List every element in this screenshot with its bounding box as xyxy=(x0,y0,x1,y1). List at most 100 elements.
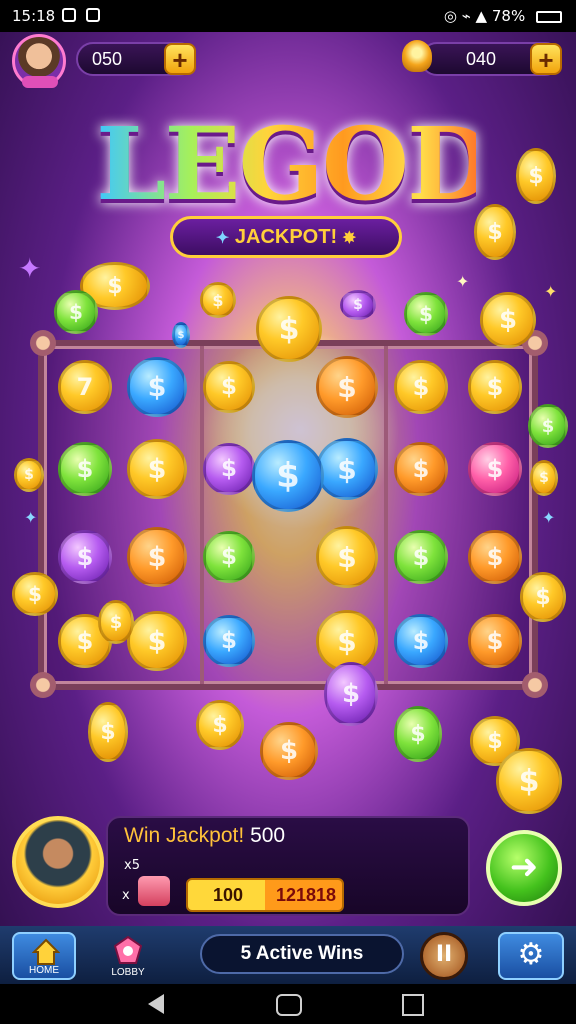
board-coin: $ xyxy=(316,438,378,500)
tab-home-label: HOME xyxy=(29,965,59,976)
corner-ornament xyxy=(30,672,56,698)
board-coin: $ xyxy=(203,531,255,583)
game-logo: LEGOD ✦ JACKPOT! ✸ xyxy=(96,104,494,258)
flying-coin: $ xyxy=(12,572,58,616)
win-title: Win Jackpot! 500 xyxy=(124,824,285,848)
settings-button[interactable]: ⚙ xyxy=(498,932,564,980)
small-x-label: x xyxy=(122,888,130,903)
board-coin: $ xyxy=(127,527,187,587)
star-icon: ✸ xyxy=(342,230,357,247)
board-coin: $ xyxy=(394,530,448,584)
notification-icon xyxy=(86,8,100,22)
status-right: ◎ ⌁ ▲ 78% xyxy=(444,7,562,25)
board-coin: $ xyxy=(394,614,448,668)
system-nav-bar xyxy=(0,984,576,1024)
board-coin: $ xyxy=(316,526,378,588)
board-coin: $ xyxy=(127,611,187,671)
battery-icon xyxy=(536,10,562,23)
star-icon: ✦ xyxy=(215,230,230,247)
flying-coin: $ xyxy=(340,290,376,320)
flying-coin: $ xyxy=(196,700,244,750)
flying-coin: $ xyxy=(496,748,562,814)
tab-home[interactable]: HOME xyxy=(12,932,76,980)
gems-counter: 040 + xyxy=(420,42,562,76)
win-panel: Win Jackpot! 500 x5 x 100 121818 xyxy=(106,816,470,916)
board-coin: 7 xyxy=(58,360,112,414)
flying-coin: $ xyxy=(256,296,322,362)
board-coin: $ xyxy=(203,443,255,495)
battery-percent: 78% xyxy=(491,7,526,25)
flying-coin: $ xyxy=(98,600,134,644)
flying-coin: $ xyxy=(474,204,516,260)
gems-value: 040 xyxy=(466,49,497,69)
add-gems-button[interactable]: + xyxy=(530,43,562,75)
tab-lobby-label: LOBBY xyxy=(111,967,145,978)
back-icon[interactable] xyxy=(148,994,164,1014)
reel-divider xyxy=(384,346,388,684)
flying-coin: $ xyxy=(14,458,44,492)
center-coin: $ xyxy=(252,440,324,512)
sparkle-icon: ✦ xyxy=(542,508,556,527)
bottom-bar: HOME LOBBY 5 Active Wins II ⚙ xyxy=(0,926,576,984)
add-coins-button[interactable]: + xyxy=(164,43,196,75)
spin-button[interactable]: ➜ xyxy=(486,830,562,906)
home-nav-icon[interactable] xyxy=(276,994,302,1016)
home-icon xyxy=(32,938,60,965)
board-coin: $ xyxy=(316,356,378,418)
sparkle-icon: ✦ xyxy=(24,508,38,527)
trophy-icon xyxy=(402,40,432,72)
flying-coin: $ xyxy=(260,722,318,780)
sparkle-icon: ✦ xyxy=(456,272,470,291)
wifi-icon: ◎ ⌁ ▲ xyxy=(443,7,488,25)
board-coin: $ xyxy=(127,357,187,417)
avatar-tag xyxy=(22,76,58,88)
status-time: 15:18 xyxy=(12,7,56,25)
flying-coin: $ xyxy=(404,292,448,336)
board-coin: $ xyxy=(58,442,112,496)
corner-ornament xyxy=(522,672,548,698)
board-coin: $ xyxy=(127,439,187,499)
lobby-icon xyxy=(114,936,142,964)
board-coin: $ xyxy=(394,360,448,414)
jackpot-label: JACKPOT! xyxy=(234,226,338,248)
win-amount-bar: 100 121818 xyxy=(186,878,344,912)
gear-icon: ⚙ xyxy=(517,937,545,972)
board-coin: $ xyxy=(203,361,255,413)
flying-coin: $ xyxy=(54,290,98,334)
jackpot-banner: ✦ JACKPOT! ✸ xyxy=(170,216,402,258)
player-portrait[interactable] xyxy=(12,816,104,908)
flying-coin: $ xyxy=(480,292,536,348)
active-wins-pill[interactable]: 5 Active Wins xyxy=(200,934,404,974)
recent-apps-icon[interactable] xyxy=(402,994,424,1016)
flying-coin: $ xyxy=(88,702,128,762)
corner-ornament xyxy=(30,330,56,356)
logo-title: LEGOD xyxy=(96,105,494,223)
flying-coin: $ xyxy=(394,706,442,762)
win-amount-text: 500 xyxy=(250,824,286,847)
status-bar: 15:18 ◎ ⌁ ▲ 78% xyxy=(0,0,576,32)
flying-coin: $ xyxy=(200,282,236,318)
coins-value: 050 xyxy=(92,49,123,69)
board-coin: $ xyxy=(394,442,448,496)
flying-coin: $ xyxy=(530,460,558,496)
board-coin: $ xyxy=(203,615,255,667)
board-coin: $ xyxy=(58,530,112,584)
win-title-text: Win Jackpot! xyxy=(124,824,245,847)
top-bar: 050 + 040 + xyxy=(0,32,576,88)
board-coin: $ xyxy=(468,442,522,496)
flying-coin: $ xyxy=(516,148,556,204)
flying-coin: $ xyxy=(172,322,190,348)
board-coin: $ xyxy=(468,614,522,668)
gift-icon xyxy=(138,876,170,906)
bet-amount: 100 xyxy=(212,885,244,905)
multiplier-label: x5 xyxy=(124,858,140,873)
notification-icon xyxy=(62,8,76,22)
sparkle-icon: ✦ xyxy=(18,252,42,285)
board-coin: $ xyxy=(468,530,522,584)
flying-coin: $ xyxy=(528,404,568,448)
total-amount: 121818 xyxy=(275,885,337,905)
flying-coin: $ xyxy=(324,662,378,726)
sparkle-icon: ✦ xyxy=(544,282,558,301)
tab-lobby[interactable]: LOBBY xyxy=(96,932,160,980)
pause-button[interactable]: II xyxy=(420,932,468,980)
